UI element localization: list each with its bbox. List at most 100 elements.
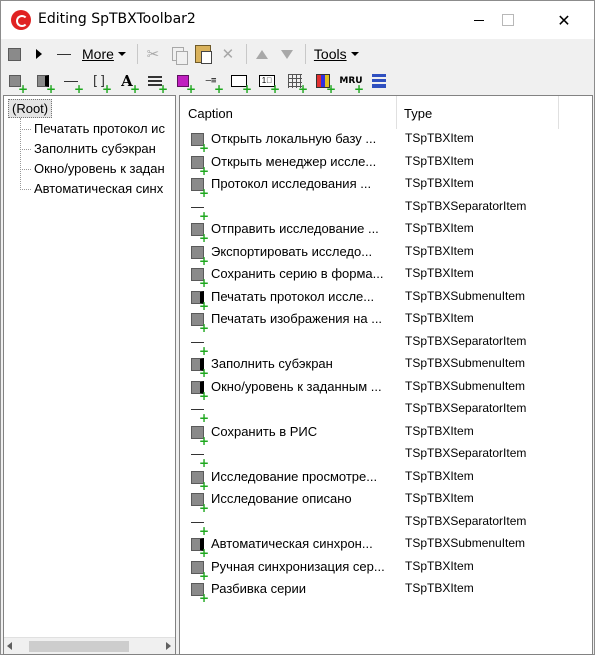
row-type: TSpTBXItem [405,558,474,573]
scroll-thumb[interactable] [29,641,129,652]
chevron-down-icon [350,52,359,56]
add-grid-button[interactable]: + [283,70,308,95]
list-row[interactable]: + Печатать изображения на ... TSpTBXItem [180,309,592,334]
submenu-arrow-icon [36,49,42,59]
separator-button[interactable] [53,43,75,65]
row-caption: Автоматическая синхрон... [211,536,373,551]
item-icon: + [191,178,209,199]
cut-button[interactable]: ✂ [142,43,164,65]
row-type: TSpTBXSeparatorItem [405,513,527,528]
item-square-button[interactable] [3,43,25,65]
list-row[interactable]: + TSpTBXSeparatorItem [180,444,592,469]
separator-item-icon: + [191,336,209,357]
list-row[interactable]: + Экспортировать исследо... TSpTBXItem [180,242,592,267]
submenu-button[interactable] [28,43,50,65]
list-row[interactable]: + TSpTBXSeparatorItem [180,399,592,424]
add-box-button[interactable]: + [227,70,252,95]
column-header-caption[interactable]: Caption [188,106,233,121]
list-row[interactable]: + Окно/уровень к заданным ... TSpTBXSubmen… [180,377,592,402]
toolbar-divider [304,44,306,64]
column-divider[interactable] [396,96,397,129]
delete-icon: ✕ [221,45,235,63]
list-row[interactable]: + Разбивка серии TSpTBXItem [180,579,592,604]
list-row[interactable]: + Исследование описано TSpTBXItem [180,489,592,514]
title-bar[interactable]: Editing SpTBXToolbar2 ✕ [1,1,594,39]
row-type: TSpTBXSubmenuItem [405,356,526,370]
add-separator-button[interactable]: + [59,70,84,95]
row-type: TSpTBXSeparatorItem [405,333,527,348]
row-caption: Печатать протокол иссле... [211,288,375,304]
row-type: TSpTBXItem [405,423,474,438]
delete-button[interactable]: ✕ [217,43,239,65]
move-down-button[interactable] [276,43,298,65]
tree-node[interactable]: Печатать протокол ис [18,121,165,136]
row-type: TSpTBXItem [405,131,474,145]
column-divider[interactable] [558,96,559,129]
add-label-button[interactable]: A + [115,70,140,95]
scroll-right-icon[interactable] [166,642,171,650]
list-row[interactable]: + Заполнить субэкран TSpTBXSubmenuItem [180,354,592,379]
item-icon: + [191,245,209,267]
column-header-type[interactable]: Type [404,106,432,121]
chevron-down-icon [117,52,126,56]
move-up-button[interactable] [251,43,273,65]
row-caption: Экспортировать исследо... [211,243,373,259]
add-palette-button[interactable]: + [311,70,336,95]
separator-item-icon: + [191,201,209,222]
tree-horizontal-scrollbar[interactable] [4,637,175,654]
item-tree[interactable]: (Root) Печатать протокол ис Заполнить су… [3,95,176,655]
add-edit-button[interactable]: —≡ + [199,70,224,95]
row-type: TSpTBXItem [405,221,474,235]
add-submenu-button[interactable]: + [31,70,56,95]
toolbar-divider [245,44,247,64]
item-square-icon [7,47,21,61]
more-dropdown[interactable]: More [78,43,130,65]
tree-node[interactable]: Заполнить субэкран [18,141,156,156]
list-row[interactable]: + TSpTBXSeparatorItem [180,512,592,537]
list-row[interactable]: + Открыть локальную базу ... TSpTBXItem [180,129,592,154]
list-row[interactable]: + Открыть менеджер иссле... TSpTBXItem [180,152,592,177]
add-list-button[interactable]: + [143,70,168,95]
list-row[interactable]: + Протокол исследования ... TSpTBXItem [180,174,592,199]
move-up-icon [255,49,268,59]
item-icon: + [191,583,209,604]
add-stack-button[interactable] [367,70,391,92]
row-caption: Исследование просмотре... [211,468,378,484]
add-mru-button[interactable]: MRU + [339,70,364,95]
row-caption: Ручная синхронизация сер... [211,558,385,574]
add-items-toolbar: + + + [] + A + + + —≡ + + 1⃣ + + + MRU + [3,68,592,96]
copy-button[interactable] [167,43,189,65]
list-row[interactable]: + Ручная синхронизация сер... TSpTBXItem [180,557,592,582]
tree-node[interactable]: Окно/уровень к задан [18,161,165,176]
item-icon: + [191,133,209,154]
row-type: TSpTBXItem [405,581,474,595]
items-list[interactable]: Caption Type + Открыть локальную базу ...… [179,95,593,655]
paste-button[interactable] [192,43,214,65]
list-row[interactable]: + Сохранить в РИС TSpTBXItem [180,422,592,447]
list-row[interactable]: + Исследование просмотре... TSpTBXItem [180,467,592,492]
submenu-item-icon: + [191,538,209,559]
close-button[interactable]: ✕ [541,1,587,39]
tree-node[interactable]: Автоматическая синх [18,181,163,196]
item-icon: + [191,470,209,492]
list-row[interactable]: + Отправить исследование ... TSpTBXItem [180,219,592,244]
add-number-button[interactable]: 1⃣ + [255,70,280,95]
list-row[interactable]: + TSpTBXSeparatorItem [180,332,592,357]
list-row[interactable]: + TSpTBXSeparatorItem [180,197,592,222]
add-color-button[interactable]: + [171,70,196,95]
list-row[interactable]: + Сохранить серию в форма... TSpTBXItem [180,264,592,289]
separator-item-icon: + [191,403,209,424]
tree-root-node[interactable]: (Root) [8,99,53,118]
list-row[interactable]: + Печатать протокол иссле... TSpTBXSubmenu… [180,287,592,312]
row-caption: Открыть локальную базу ... [211,131,377,146]
list-row[interactable]: + Автоматическая синхрон... TSpTBXSubmenuI… [180,534,592,559]
row-caption: Протокол исследования ... [211,176,372,191]
row-type: TSpTBXSeparatorItem [405,198,527,213]
row-type: TSpTBXSubmenuItem [405,536,526,550]
scroll-left-icon[interactable] [7,642,12,650]
add-item-button[interactable]: + [3,70,28,95]
add-break-button[interactable]: [] + [87,70,112,96]
tools-dropdown[interactable]: Tools [310,43,363,65]
item-icon: + [191,560,209,582]
editor-window: Editing SpTBXToolbar2 ✕ More ✂ ✕ Tools +… [0,0,595,655]
